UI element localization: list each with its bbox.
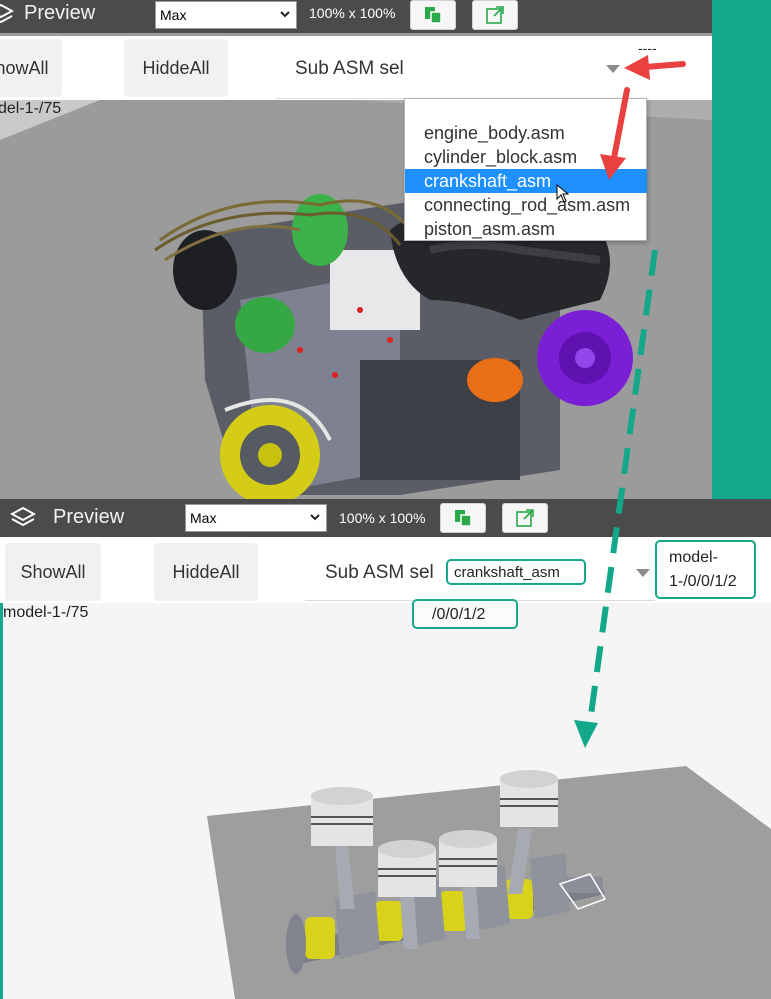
model-path-annotation: model- 1-/0/0/1/2 [655, 540, 756, 599]
bottom-preview-panel: Preview Max 100% x 100% ShowAll HiddeAll… [0, 499, 771, 999]
show-all-button[interactable]: ShowAll [0, 39, 62, 97]
zoom-readout: 100% x 100% [339, 510, 426, 526]
layers-icon [0, 3, 14, 24]
subasm-label: Sub ASM sel [295, 58, 404, 79]
size-select[interactable]: Max [185, 504, 327, 532]
window-title: Preview [53, 506, 125, 528]
model-label: model-1-/75 [3, 604, 89, 621]
bottom-titlebar: Preview Max 100% x 100% [0, 499, 771, 537]
dropdown-option-cylinder-block[interactable]: cylinder_block.asm [405, 145, 647, 169]
hide-all-button[interactable]: HiddeAll [124, 39, 228, 97]
top-titlebar: Preview Max 100% x 100% [0, 0, 712, 33]
hide-all-button[interactable]: HiddeAll [154, 543, 258, 601]
mouse-cursor-icon [556, 184, 570, 203]
screenshot-composite: Preview Max 100% x 100% Sh [0, 0, 771, 999]
window-title: Preview [24, 2, 96, 24]
dropdown-option-connecting-rod[interactable]: connecting_rod_asm.asm [405, 193, 647, 217]
copy-button[interactable] [440, 503, 486, 533]
path-annotation: /0/0/1/2 [412, 599, 518, 629]
model-path-line-1: model- [669, 549, 718, 566]
selected-subasm-text: crankshaft_asm [454, 564, 560, 581]
subasm-label: Sub ASM sel [325, 562, 434, 583]
size-select[interactable]: Max [155, 1, 297, 29]
zoom-readout: 100% x 100% [309, 5, 396, 21]
dropdown-triangle-icon [606, 65, 620, 73]
top-preview-panel: Preview Max 100% x 100% Sh [0, 0, 712, 500]
open-external-icon [516, 509, 534, 527]
copy-icon [455, 510, 472, 527]
copy-button[interactable] [410, 0, 456, 30]
copy-icon [425, 7, 442, 24]
dashes-label: ---- [638, 40, 657, 56]
model-label: del-1-/75 [0, 100, 62, 117]
dropdown-option-engine-body[interactable]: engine_body.asm [405, 121, 647, 145]
teal-background-strip [712, 0, 771, 500]
dropdown-option-piston[interactable]: piston_asm.asm [405, 217, 647, 241]
open-external-button[interactable] [502, 503, 548, 533]
dropdown-triangle-icon [636, 569, 650, 577]
subasm-dropdown-menu: engine_body.asm cylinder_block.asm crank… [404, 98, 647, 241]
show-all-button[interactable]: ShowAll [5, 543, 101, 601]
model-path-line-2: 1-/0/0/1/2 [669, 573, 737, 590]
subasm-select[interactable]: Sub ASM sel [275, 39, 638, 99]
path-text: /0/0/1/2 [432, 606, 486, 623]
dropdown-option-crankshaft[interactable]: crankshaft_asm [405, 169, 647, 193]
layers-icon [10, 506, 36, 527]
selected-subasm-value: crankshaft_asm [446, 559, 586, 585]
open-external-button[interactable] [472, 0, 518, 30]
open-external-icon [486, 6, 504, 24]
